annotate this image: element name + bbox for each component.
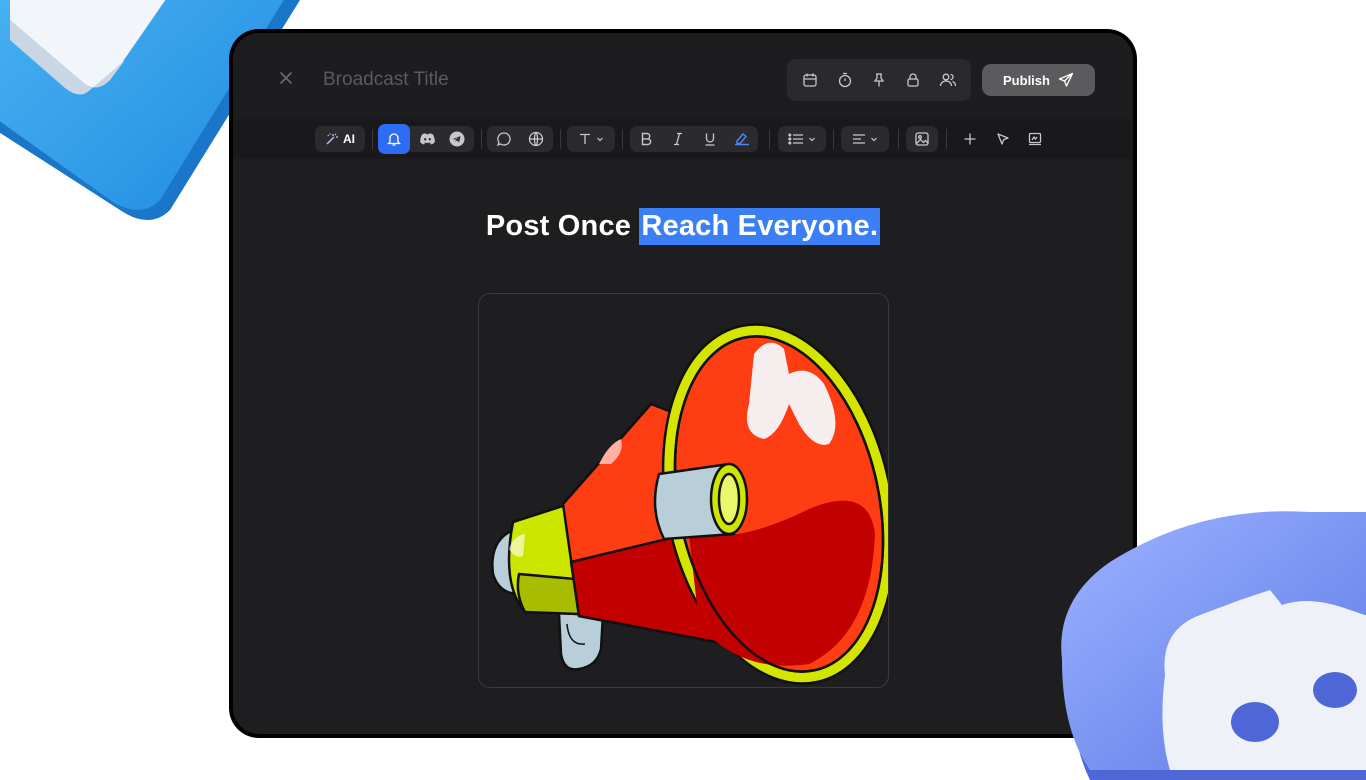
text-type-dropdown[interactable] [567, 126, 615, 152]
signature-button[interactable] [1021, 126, 1049, 152]
lock-button[interactable] [899, 66, 927, 94]
editor-header: Publish [233, 33, 1133, 119]
bell-icon [386, 133, 402, 146]
bold-button[interactable] [630, 132, 662, 146]
telegram-icon [449, 131, 465, 147]
header-icon-group [787, 59, 971, 101]
toolbar-divider [372, 129, 373, 149]
underline-button[interactable] [694, 132, 726, 146]
cursor-icon [997, 133, 1009, 145]
close-button[interactable] [275, 67, 297, 89]
bold-icon [641, 132, 652, 146]
pin-button[interactable] [865, 66, 893, 94]
toolbar-divider [622, 129, 623, 149]
chat-bubble-icon [496, 132, 511, 147]
ai-button[interactable]: AI [315, 126, 365, 152]
toolbar-divider [769, 129, 770, 149]
megaphone-illustration [491, 323, 888, 685]
audience-button[interactable] [934, 66, 962, 94]
headline-plain: Post Once [485, 210, 632, 242]
formatting-toolbar: AI [233, 119, 1133, 159]
comment-button[interactable] [488, 131, 520, 147]
editor-window-inner: Publish AI [233, 33, 1133, 734]
align-dropdown[interactable] [841, 126, 889, 152]
plus-icon [964, 133, 976, 145]
pin-icon [873, 73, 885, 87]
highlight-icon [735, 133, 749, 146]
post-image[interactable] [478, 293, 889, 688]
select-cursor-button[interactable] [989, 126, 1017, 152]
language-button[interactable] [520, 131, 552, 147]
list-icon [788, 133, 803, 145]
send-icon [1058, 72, 1074, 87]
italic-icon [674, 132, 682, 146]
broadcast-title-input[interactable] [321, 66, 705, 94]
toolbar-divider [481, 129, 482, 149]
highlight-button[interactable] [726, 132, 758, 146]
post-headline[interactable]: Post Once Reach Everyone. [233, 208, 1133, 245]
globe-icon [528, 131, 544, 147]
lock-icon [907, 73, 920, 87]
discord-logo-decoration [1050, 500, 1366, 780]
align-icon [853, 134, 865, 144]
calendar-icon [803, 73, 817, 87]
ai-magic-icon [326, 133, 338, 145]
toolbar-divider [833, 129, 834, 149]
chevron-down-icon [597, 137, 603, 142]
ai-label: AI [343, 132, 355, 146]
chevron-down-icon [809, 137, 815, 142]
text-style-group [630, 126, 758, 152]
image-icon [915, 132, 929, 146]
users-icon [939, 73, 956, 87]
editor-window: Publish AI [229, 29, 1137, 738]
toolbar-divider [898, 129, 899, 149]
discord-icon [419, 133, 435, 145]
underline-icon [705, 133, 715, 146]
list-dropdown[interactable] [778, 126, 826, 152]
italic-button[interactable] [662, 132, 694, 146]
timer-button[interactable] [831, 66, 859, 94]
headline-selected-text: Reach Everyone. [639, 208, 881, 245]
notification-channel-button[interactable] [378, 124, 410, 154]
discord-channel-button[interactable] [412, 126, 442, 152]
chevron-down-icon [871, 137, 877, 142]
schedule-button[interactable] [796, 66, 824, 94]
timer-icon [838, 72, 851, 88]
telegram-channel-button[interactable] [442, 126, 472, 152]
publish-label: Publish [1003, 72, 1050, 88]
text-type-icon [580, 133, 590, 144]
comment-globe-group [487, 126, 553, 152]
publish-button[interactable]: Publish [982, 64, 1095, 96]
close-icon [280, 72, 292, 84]
add-button[interactable] [956, 126, 984, 152]
insert-image-button[interactable] [906, 126, 938, 152]
signature-icon [1028, 132, 1042, 146]
toolbar-divider [560, 129, 561, 149]
channel-group [378, 124, 474, 154]
toolbar-divider [946, 129, 947, 149]
